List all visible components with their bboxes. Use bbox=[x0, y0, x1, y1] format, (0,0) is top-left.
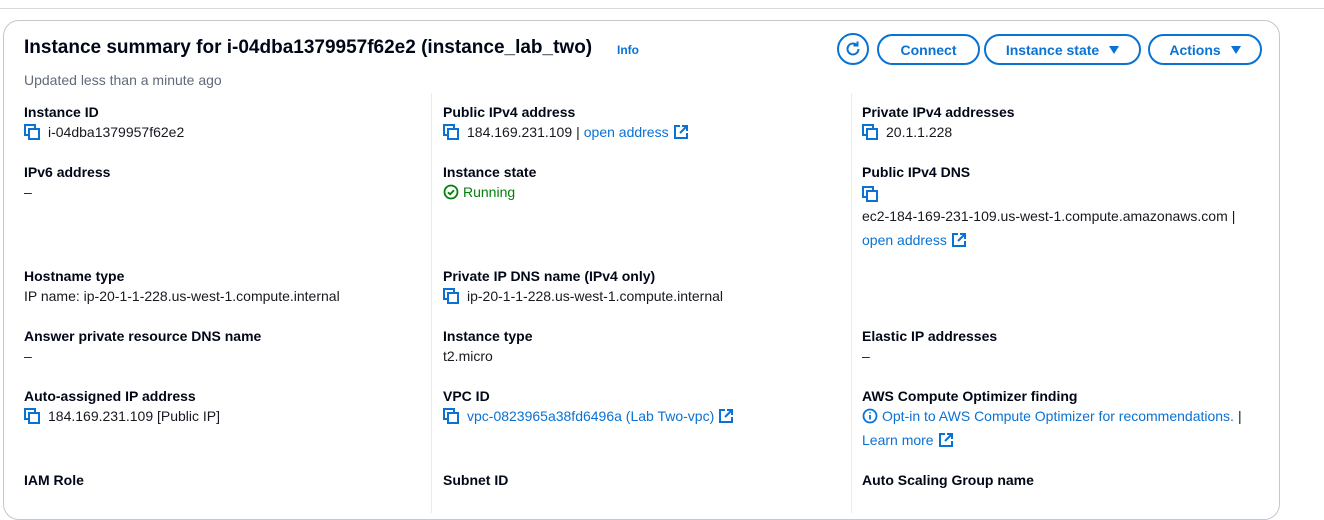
field-iam-role: IAM Role bbox=[24, 470, 84, 490]
field-label: IPv6 address bbox=[24, 164, 111, 180]
field-elastic-ip: Elastic IP addresses – bbox=[862, 326, 997, 366]
field-public-ipv4: Public IPv4 address 184.169.231.109 | op… bbox=[443, 102, 688, 142]
field-answer-dns: Answer private resource DNS name – bbox=[24, 326, 261, 366]
field-value: ip-20-1-1-228.us-west-1.compute.internal bbox=[467, 288, 724, 304]
info-circle-icon bbox=[862, 408, 878, 424]
check-circle-icon bbox=[443, 184, 459, 200]
field-value: 184.169.231.109 [Public IP] bbox=[48, 408, 221, 424]
refresh-icon bbox=[846, 41, 860, 56]
open-address-link[interactable]: open address bbox=[862, 230, 947, 250]
field-label: Elastic IP addresses bbox=[862, 328, 998, 344]
field-value: – bbox=[862, 348, 870, 364]
copy-icon[interactable] bbox=[862, 186, 878, 202]
field-value: – bbox=[24, 348, 32, 364]
separator: | bbox=[1231, 208, 1236, 224]
caret-down-icon bbox=[1109, 45, 1120, 54]
field-label: Instance type bbox=[443, 328, 533, 344]
external-link-icon[interactable] bbox=[719, 409, 734, 423]
field-value: t2.micro bbox=[443, 348, 493, 364]
field-value: 184.169.231.109 bbox=[467, 124, 573, 140]
field-label: Instance state bbox=[443, 164, 537, 180]
external-link-icon[interactable] bbox=[938, 433, 953, 447]
updated-timestamp: Updated less than a minute ago bbox=[24, 72, 222, 88]
field-value: – bbox=[24, 184, 32, 200]
field-public-dns: Public IPv4 DNS ec2-184-169-231-109.us-w… bbox=[862, 162, 1239, 250]
copy-icon[interactable] bbox=[443, 288, 459, 304]
copy-icon[interactable] bbox=[862, 124, 878, 140]
field-label: IAM Role bbox=[24, 472, 84, 488]
instance-summary-panel: Instance summary for i-04dba1379957f62e2… bbox=[3, 20, 1280, 520]
column-divider bbox=[851, 93, 852, 513]
column-divider bbox=[431, 93, 432, 513]
field-label: AWS Compute Optimizer finding bbox=[862, 388, 1078, 404]
optimizer-opt-in-link[interactable]: Opt-in to AWS Compute Optimizer for reco… bbox=[882, 406, 1234, 426]
field-private-dns: Private IP DNS name (IPv4 only) ip-20-1-… bbox=[443, 266, 723, 306]
field-label: VPC ID bbox=[443, 388, 490, 404]
vpc-link[interactable]: vpc-0823965a38fd6496a (Lab Two-vpc) bbox=[467, 406, 714, 426]
page-title: Instance summary for i-04dba1379957f62e2… bbox=[24, 37, 593, 58]
field-instance-state: Instance state Running bbox=[443, 162, 536, 202]
field-instance-id: Instance ID i-04dba1379957f62e2 bbox=[24, 102, 184, 142]
separator: | bbox=[1237, 408, 1242, 424]
field-label: Public IPv4 address bbox=[443, 104, 576, 120]
copy-icon[interactable] bbox=[24, 408, 40, 424]
actions-label: Actions bbox=[1169, 41, 1221, 58]
field-label: Auto Scaling Group name bbox=[862, 472, 1034, 488]
field-value: 20.1.1.228 bbox=[886, 124, 953, 140]
field-instance-type: Instance type t2.micro bbox=[443, 326, 532, 366]
learn-more-link[interactable]: Learn more bbox=[862, 430, 934, 450]
field-label: Hostname type bbox=[24, 268, 125, 284]
top-divider bbox=[0, 8, 1324, 9]
connect-label: Connect bbox=[900, 41, 957, 58]
copy-icon[interactable] bbox=[443, 124, 459, 140]
field-value: IP name: ip-20-1-1-228.us-west-1.compute… bbox=[24, 288, 340, 304]
field-label: Private IP DNS name (IPv4 only) bbox=[443, 268, 656, 284]
field-value: i-04dba1379957f62e2 bbox=[48, 124, 185, 140]
field-vpc-id: VPC ID vpc-0823965a38fd6496a (Lab Two-vp… bbox=[443, 386, 734, 426]
actions-dropdown[interactable]: Actions bbox=[1148, 34, 1262, 65]
field-hostname-type: Hostname type IP name: ip-20-1-1-228.us-… bbox=[24, 266, 340, 306]
copy-icon[interactable] bbox=[24, 124, 40, 140]
field-subnet-id: Subnet ID bbox=[443, 470, 508, 490]
field-label: Subnet ID bbox=[443, 472, 509, 488]
copy-icon[interactable] bbox=[443, 408, 459, 424]
open-address-link[interactable]: open address bbox=[584, 122, 669, 142]
field-label: Auto-assigned IP address bbox=[24, 388, 196, 404]
field-auto-ip: Auto-assigned IP address 184.169.231.109… bbox=[24, 386, 220, 426]
connect-button[interactable]: Connect bbox=[877, 34, 980, 65]
external-link-icon[interactable] bbox=[673, 125, 688, 139]
refresh-button[interactable] bbox=[837, 33, 869, 65]
field-label: Public IPv4 DNS bbox=[862, 164, 971, 180]
status-running: Running bbox=[463, 184, 516, 200]
field-asg-name: Auto Scaling Group name bbox=[862, 470, 1034, 490]
field-label: Answer private resource DNS name bbox=[24, 328, 262, 344]
separator: | bbox=[576, 124, 580, 140]
field-private-ipv4: Private IPv4 addresses 20.1.1.228 bbox=[862, 102, 1015, 142]
info-link[interactable]: Info bbox=[617, 43, 639, 57]
field-label: Private IPv4 addresses bbox=[862, 104, 1015, 120]
external-link-icon[interactable] bbox=[951, 233, 966, 247]
field-label: Instance ID bbox=[24, 104, 99, 120]
instance-state-dropdown[interactable]: Instance state bbox=[984, 34, 1141, 65]
field-compute-optimizer: AWS Compute Optimizer finding Opt-in to … bbox=[862, 386, 1246, 450]
field-value: ec2-184-169-231-109.us-west-1.compute.am… bbox=[862, 208, 1228, 224]
caret-down-icon bbox=[1230, 45, 1241, 54]
field-ipv6: IPv6 address – bbox=[24, 162, 110, 202]
instance-state-label: Instance state bbox=[1005, 41, 1100, 58]
